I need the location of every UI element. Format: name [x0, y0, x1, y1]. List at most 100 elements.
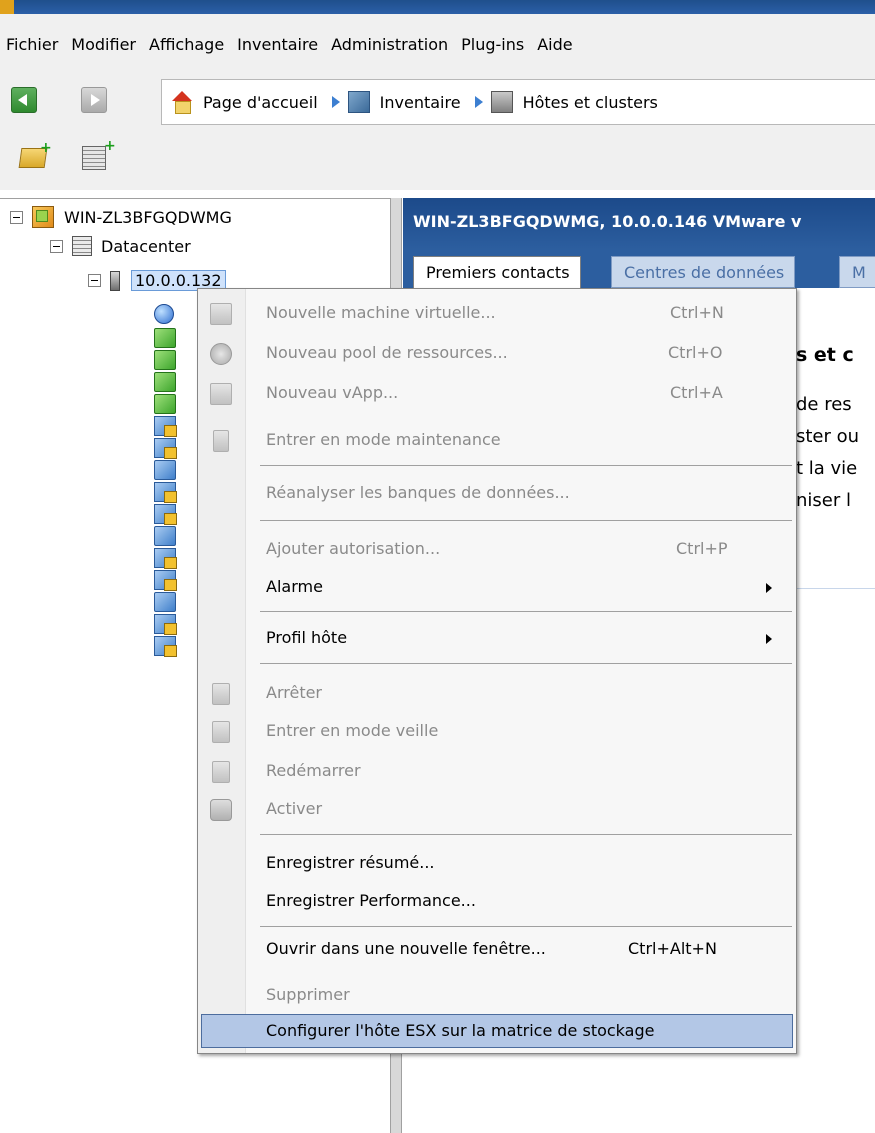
- context-menu: Nouvelle machine virtuelle... Ctrl+N Nou…: [197, 288, 797, 1054]
- breadcrumb-inventory[interactable]: Inventaire: [347, 91, 461, 113]
- vm-template-icon[interactable]: [154, 570, 177, 591]
- menu-plugins[interactable]: Plug-ins: [461, 35, 524, 54]
- content-text: t la vie: [796, 458, 858, 479]
- tab-getting-started[interactable]: Premiers contacts: [413, 256, 581, 288]
- menu-separator: [260, 926, 792, 927]
- globe-icon[interactable]: [154, 304, 174, 324]
- shutdown-icon: [212, 683, 230, 705]
- menu-modifier[interactable]: Modifier: [71, 35, 136, 54]
- power-icon: [210, 799, 232, 821]
- menu-affichage[interactable]: Affichage: [149, 35, 224, 54]
- menu-item-label: Entrer en mode veille: [266, 721, 439, 740]
- tab-datacenters[interactable]: Centres de données: [611, 256, 796, 288]
- menu-item-shortcut: Ctrl+A: [670, 383, 723, 402]
- menu-item-power-on[interactable]: Activer: [198, 793, 796, 827]
- hosts-clusters-icon: [490, 91, 513, 113]
- menu-item-configure-esx-storage[interactable]: Configurer l'hôte ESX sur la matrice de …: [201, 1014, 793, 1048]
- menu-item-new-resource-pool[interactable]: Nouveau pool de ressources... Ctrl+O: [198, 337, 796, 371]
- forward-arrow-icon[interactable]: [81, 87, 107, 113]
- tree-node-datacenter[interactable]: Datacenter: [50, 236, 191, 256]
- divider: [796, 588, 875, 589]
- datacenter-icon: [72, 236, 92, 256]
- menu-inventaire[interactable]: Inventaire: [237, 35, 318, 54]
- menu-item-add-permission[interactable]: Ajouter autorisation... Ctrl+P: [198, 533, 796, 567]
- vm-icon[interactable]: [154, 526, 176, 546]
- title-bar: [0, 0, 875, 14]
- content-text: de res: [796, 394, 852, 415]
- menu-item-label: Réanalyser les banques de données...: [266, 483, 570, 502]
- vm-powered-on-icon[interactable]: [154, 328, 176, 348]
- menu-item-label: Nouveau pool de ressources...: [266, 343, 508, 362]
- menu-aide[interactable]: Aide: [537, 35, 572, 54]
- toolbar: + +: [0, 130, 875, 190]
- menu-item-new-vapp[interactable]: Nouveau vApp... Ctrl+A: [198, 377, 796, 411]
- menu-item-reboot[interactable]: Redémarrer: [198, 755, 796, 789]
- menu-item-label: Supprimer: [266, 985, 350, 1004]
- menu-item-label: Nouvelle machine virtuelle...: [266, 303, 496, 322]
- home-icon: [171, 91, 193, 114]
- menu-item-label: Ouvrir dans une nouvelle fenêtre...: [266, 939, 546, 958]
- new-vm-icon: [210, 303, 232, 325]
- breadcrumb-separator-icon: [331, 96, 340, 108]
- menu-item-save-performance[interactable]: Enregistrer Performance...: [198, 885, 796, 919]
- menu-item-label: Activer: [266, 799, 323, 818]
- tree-node-vcenter[interactable]: WIN-ZL3BFGQDWMG: [10, 206, 232, 228]
- menu-item-standby[interactable]: Entrer en mode veille: [198, 715, 796, 749]
- vm-template-icon[interactable]: [154, 504, 177, 525]
- menu-item-label: Alarme: [266, 577, 323, 596]
- content-text: ster ou: [796, 426, 860, 447]
- menu-item-shutdown[interactable]: Arrêter: [198, 677, 796, 711]
- menu-separator: [260, 663, 792, 664]
- breadcrumb-separator-icon: [474, 96, 483, 108]
- menu-item-save-summary[interactable]: Enregistrer résumé...: [198, 847, 796, 881]
- menu-separator: [260, 465, 792, 466]
- menu-item-label: Ajouter autorisation...: [266, 539, 441, 558]
- submenu-arrow-icon: [766, 634, 772, 644]
- breadcrumb-hosts-clusters[interactable]: Hôtes et clusters: [490, 91, 658, 113]
- menu-item-host-profile[interactable]: Profil hôte: [198, 622, 796, 656]
- menu-item-label: Nouveau vApp...: [266, 383, 399, 402]
- breadcrumb-inventory-label: Inventaire: [379, 92, 461, 112]
- menu-separator: [260, 611, 792, 612]
- vm-icon[interactable]: [154, 460, 176, 480]
- collapse-icon[interactable]: [10, 210, 23, 224]
- tab-more[interactable]: M: [839, 256, 875, 288]
- collapse-icon[interactable]: [88, 274, 101, 287]
- breadcrumb-home-label: Page d'accueil: [203, 92, 318, 112]
- collapse-icon[interactable]: [50, 239, 63, 253]
- menu-item-new-vm[interactable]: Nouvelle machine virtuelle... Ctrl+N: [198, 297, 796, 331]
- menu-item-rescan-datastores[interactable]: Réanalyser les banques de données...: [198, 477, 796, 511]
- vm-template-icon[interactable]: [154, 636, 177, 657]
- new-datacenter-icon[interactable]: [82, 146, 106, 170]
- vm-powered-on-icon[interactable]: [154, 350, 176, 370]
- menu-item-maintenance-mode[interactable]: Entrer en mode maintenance: [198, 424, 796, 458]
- navigation-bar: Page d'accueil Inventaire Hôtes et clust…: [0, 74, 875, 130]
- vm-powered-on-icon[interactable]: [154, 372, 176, 392]
- vm-template-icon[interactable]: [154, 482, 177, 503]
- breadcrumb: Page d'accueil Inventaire Hôtes et clust…: [161, 79, 875, 125]
- menu-item-label: Profil hôte: [266, 628, 348, 647]
- submenu-arrow-icon: [766, 583, 772, 593]
- page-title: WIN-ZL3BFGQDWMG, 10.0.0.146 VMware v: [403, 198, 875, 250]
- menu-fichier[interactable]: Fichier: [6, 35, 58, 54]
- new-vapp-icon: [210, 383, 232, 405]
- vm-template-icon[interactable]: [154, 416, 177, 437]
- menu-administration[interactable]: Administration: [331, 35, 448, 54]
- menu-item-shortcut: Ctrl+Alt+N: [628, 939, 717, 958]
- app-logo-icon: [0, 0, 14, 14]
- back-arrow-icon[interactable]: [11, 87, 37, 113]
- vm-template-icon[interactable]: [154, 614, 177, 635]
- menu-item-open-new-window[interactable]: Ouvrir dans une nouvelle fenêtre... Ctrl…: [198, 933, 796, 967]
- menu-item-alarm[interactable]: Alarme: [198, 571, 796, 605]
- breadcrumb-home[interactable]: Page d'accueil: [162, 91, 318, 114]
- vm-icon[interactable]: [154, 592, 176, 612]
- menu-item-delete[interactable]: Supprimer: [198, 979, 796, 1013]
- vm-powered-on-icon[interactable]: [154, 394, 176, 414]
- reboot-icon: [212, 761, 230, 783]
- breadcrumb-hosts-label: Hôtes et clusters: [522, 92, 658, 112]
- tree-node-label: WIN-ZL3BFGQDWMG: [64, 207, 232, 227]
- vm-template-icon[interactable]: [154, 438, 177, 459]
- plus-icon: +: [104, 138, 116, 154]
- vm-template-icon[interactable]: [154, 548, 177, 569]
- plus-icon: +: [40, 140, 52, 156]
